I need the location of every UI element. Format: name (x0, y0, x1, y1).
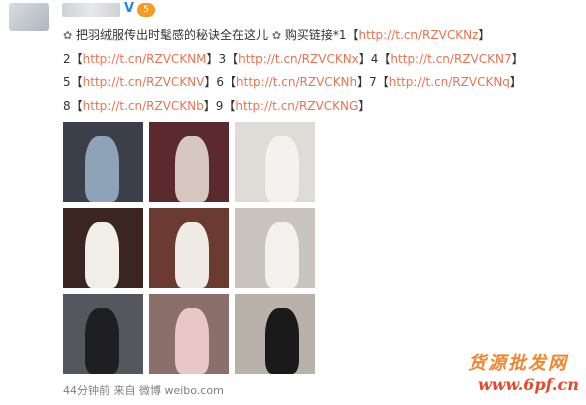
shop-link[interactable]: http://t.cn/RZVCKN7 (390, 52, 511, 66)
photo-thumbnail[interactable] (235, 294, 315, 374)
photo-subject (265, 308, 299, 374)
photo-thumbnail[interactable] (149, 294, 229, 374)
post-text-segment: 】 (358, 98, 371, 113)
photo-grid (63, 122, 315, 374)
shop-link[interactable]: http://t.cn/RZVCKNG (235, 99, 358, 113)
post-text-segment: 】7【 (357, 75, 389, 89)
photo-subject (265, 136, 299, 202)
post-line-4: 8【http://t.cn/RZVCKNb】9【http://t.cn/RZVC… (63, 95, 583, 119)
watermark-logo: 货源批发网 www.6pf.cn (468, 349, 584, 399)
post-text-segment: 5【 (63, 75, 83, 89)
post-text-segment: 】9【 (203, 98, 236, 113)
shop-link[interactable]: http://t.cn/RZVCKNh (236, 75, 357, 89)
shop-link[interactable]: http://t.cn/RZVCKNx (238, 52, 359, 66)
vip-level-badge[interactable]: 5 (137, 3, 155, 17)
photo-thumbnail[interactable] (235, 208, 315, 288)
shop-link[interactable]: http://t.cn/RZVCKNz (359, 28, 479, 42)
post-meta: 44分钟前 来自 微博 weibo.com (63, 384, 224, 397)
post-text: ✿ 把羽绒服传出时髦感的秘诀全在这儿 ✿ 购买链接*1【http://t.cn/… (63, 24, 583, 118)
flower-icon: ✿ (63, 29, 73, 42)
photo-subject (85, 136, 119, 202)
flower-icon: ✿ (271, 29, 282, 42)
post-line-3: 5【http://t.cn/RZVCKNV】6【http://t.cn/RZVC… (63, 71, 583, 95)
post-text-segment: 8【 (63, 98, 83, 113)
post-text-segment: 】3【 (206, 51, 239, 66)
post-line-2: 2【http://t.cn/RZVCKNM】3【http://t.cn/RZVC… (63, 48, 583, 72)
photo-subject (265, 222, 299, 288)
post-text-segment: 】6【 (204, 75, 237, 89)
post-text-segment: 】4【 (358, 51, 391, 66)
shop-link[interactable]: http://t.cn/RZVCKNV (83, 75, 205, 89)
photo-thumbnail[interactable] (63, 294, 143, 374)
shop-link[interactable]: http://t.cn/RZVCKNM (83, 52, 207, 66)
watermark-title: 货源批发网 (468, 353, 568, 374)
post-text-segment: 】 (509, 75, 522, 89)
verified-icon: V (124, 1, 135, 16)
post-text-segment: 】 (511, 51, 524, 66)
photo-subject (175, 136, 209, 202)
post-text-segment: 2【 (63, 51, 83, 66)
watermark-url: www.6pf.cn (478, 375, 579, 394)
shop-link[interactable]: http://t.cn/RZVCKNq (389, 75, 510, 89)
photo-subject (175, 308, 209, 374)
photo-subject (85, 308, 119, 374)
photo-thumbnail[interactable] (149, 122, 229, 202)
photo-subject (85, 222, 119, 288)
post-line-1: ✿ 把羽绒服传出时髦感的秘诀全在这儿 ✿ 购买链接*1【http://t.cn/… (63, 24, 583, 48)
shop-link[interactable]: http://t.cn/RZVCKNb (83, 99, 204, 113)
post-text-segment: 】 (478, 28, 491, 42)
user-name-blurred[interactable] (62, 3, 120, 17)
avatar[interactable] (9, 3, 49, 31)
photo-thumbnail[interactable] (149, 208, 229, 288)
photo-subject (175, 222, 209, 288)
post-text-segment: 购买链接*1【 (281, 28, 359, 42)
photo-thumbnail[interactable] (63, 208, 143, 288)
photo-thumbnail[interactable] (63, 122, 143, 202)
photo-thumbnail[interactable] (235, 122, 315, 202)
post-text-segment: 把羽绒服传出时髦感的秘诀全在这儿 (72, 28, 272, 42)
